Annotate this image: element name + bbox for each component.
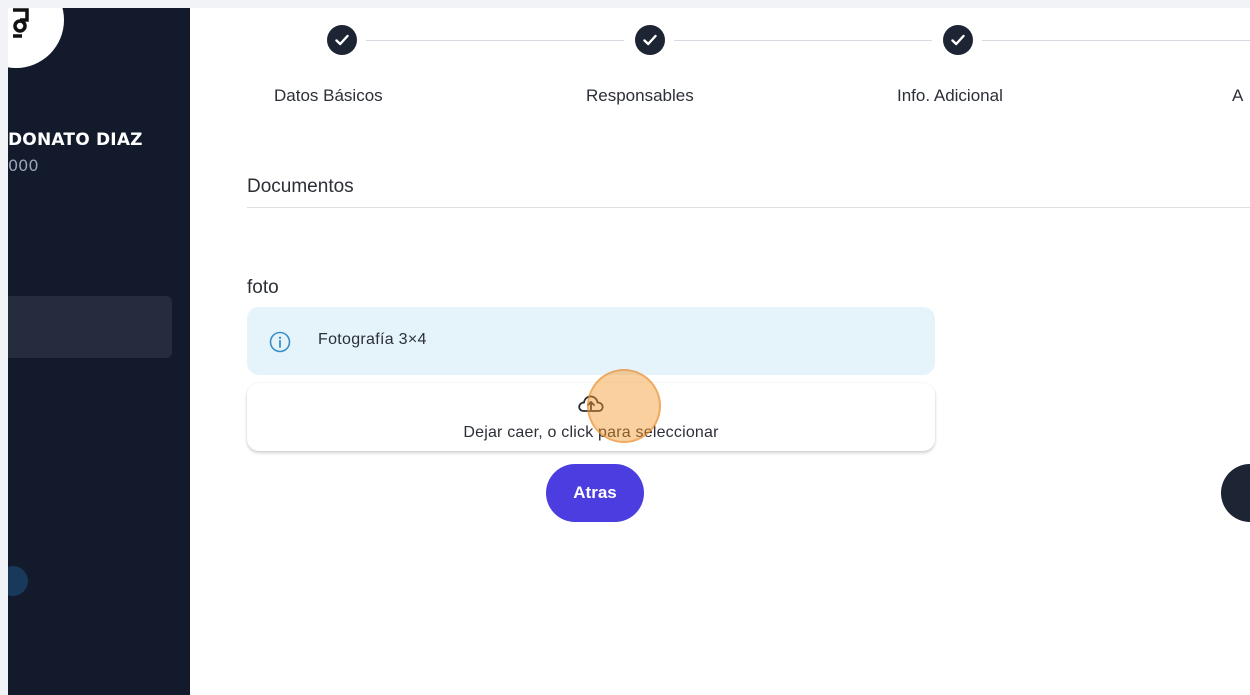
step-connector (674, 40, 932, 41)
user-name: DONATO DIAZ (8, 130, 143, 150)
next-button[interactable] (1221, 464, 1250, 522)
top-gutter (0, 0, 1250, 8)
photo-field-label: foto (247, 277, 279, 298)
cloud-upload-icon (578, 395, 604, 412)
section-title: Documentos (247, 176, 354, 197)
dropzone-instruction: Dejar caer, o click para seleccionar (463, 424, 719, 441)
section-divider (247, 207, 1250, 208)
photo-info-alert: Fotografía 3×4 (247, 307, 935, 375)
main-content: Datos Básicos Responsables Info. Adicion… (190, 8, 1250, 695)
check-icon (335, 34, 349, 46)
step-2-label[interactable]: Responsables (586, 86, 694, 106)
sidebar: DONATO DIAZ 000 (8, 8, 190, 695)
step-connector (982, 40, 1250, 41)
step-3-indicator[interactable] (943, 25, 973, 55)
step-connector (366, 40, 624, 41)
left-gutter (0, 0, 8, 695)
info-text: Fotografía 3×4 (318, 331, 427, 348)
sidebar-toggle[interactable] (8, 566, 28, 596)
check-icon (643, 34, 657, 46)
avatar[interactable] (8, 8, 64, 68)
user-id: 000 (8, 156, 39, 175)
step-2-indicator[interactable] (635, 25, 665, 55)
info-circle-icon (269, 331, 291, 353)
sidebar-item-active[interactable] (8, 296, 172, 358)
logo-icon (13, 8, 29, 38)
step-1-indicator[interactable] (327, 25, 357, 55)
app-window: DONATO DIAZ 000 Datos Básicos Responsabl… (0, 0, 1250, 695)
step-1-label[interactable]: Datos Básicos (274, 86, 383, 106)
step-4-label[interactable]: A (1232, 86, 1243, 106)
step-3-label[interactable]: Info. Adicional (897, 86, 1003, 106)
back-button[interactable]: Atras (546, 464, 644, 522)
check-icon (951, 34, 965, 46)
photo-dropzone[interactable]: Dejar caer, o click para seleccionar (247, 383, 935, 451)
